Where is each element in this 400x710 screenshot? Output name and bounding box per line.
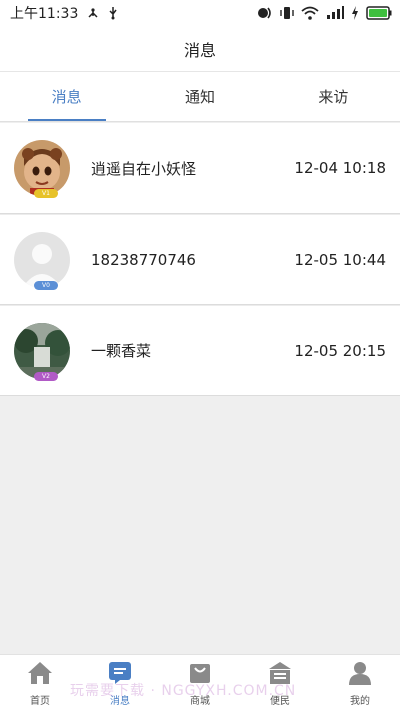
message-icon	[108, 661, 132, 689]
usb-icon	[108, 6, 118, 20]
nav-convenience-label: 便民	[270, 696, 290, 707]
status-time: 上午11:33	[10, 6, 79, 22]
status-right	[257, 6, 392, 20]
vip-badge: V1	[34, 189, 58, 198]
avatar-wrap: V2	[14, 322, 70, 381]
message-time: 12-04 10:18	[294, 159, 386, 177]
home-icon	[27, 661, 53, 689]
charging-icon	[351, 6, 359, 20]
nav-shop-label: 商城	[190, 696, 210, 707]
nav-convenience[interactable]: 便民	[240, 655, 320, 710]
message-row[interactable]: V1 逍遥自在小妖怪 12-04 10:18	[0, 123, 400, 214]
avatar[interactable]	[14, 140, 70, 196]
nav-messages-label: 消息	[110, 696, 130, 707]
nav-messages[interactable]: 消息	[80, 655, 160, 710]
tab-bar: 消息 通知 来访	[0, 72, 400, 122]
vip-badge: V2	[34, 371, 58, 381]
bottom-nav: 首页 消息 商城 便民 我的	[0, 654, 400, 710]
nfc-icon	[257, 6, 273, 20]
tab-notifications[interactable]: 通知	[133, 72, 266, 121]
nav-shop[interactable]: 商城	[160, 655, 240, 710]
nav-home[interactable]: 首页	[0, 655, 80, 710]
title-bar: 消息	[0, 26, 400, 72]
signal-icon	[326, 6, 344, 20]
battery-icon	[366, 6, 392, 20]
shop-icon	[188, 661, 212, 689]
message-row[interactable]: V0 18238770746 12-05 10:44	[0, 214, 400, 305]
vibrate-icon	[280, 6, 294, 20]
message-row[interactable]: V2 一颗香菜 12-05 20:15	[0, 305, 400, 396]
tab-visitors[interactable]: 来访	[267, 72, 400, 121]
avatar[interactable]	[14, 231, 70, 288]
wifi-icon	[301, 6, 319, 20]
avatar-wrap: V0	[14, 231, 70, 290]
nav-home-label: 首页	[30, 696, 50, 707]
nav-profile[interactable]: 我的	[320, 655, 400, 710]
vip-badge: V0	[34, 280, 58, 290]
nav-profile-label: 我的	[350, 696, 370, 707]
contact-name: 一颗香菜	[91, 342, 152, 360]
message-time: 12-05 20:15	[294, 341, 386, 360]
tab-visitors-label: 来访	[318, 88, 349, 106]
convenience-icon	[268, 661, 292, 689]
usb-tether-icon	[86, 6, 100, 20]
message-list: V1 逍遥自在小妖怪 12-04 10:18 V0 18238770746 12…	[0, 123, 400, 396]
tab-messages-label: 消息	[51, 88, 82, 106]
contact-name: 18238770746	[91, 250, 196, 269]
status-left: 上午11:33	[10, 3, 118, 23]
avatar-wrap: V1	[14, 140, 70, 198]
contact-name: 逍遥自在小妖怪	[91, 159, 197, 178]
status-bar: 上午11:33	[0, 0, 400, 26]
profile-icon	[348, 661, 372, 689]
avatar[interactable]	[14, 322, 70, 379]
tab-messages[interactable]: 消息	[0, 72, 133, 121]
message-time: 12-05 10:44	[294, 250, 386, 269]
tab-notifications-label: 通知	[184, 88, 215, 106]
page-title: 消息	[183, 40, 216, 60]
